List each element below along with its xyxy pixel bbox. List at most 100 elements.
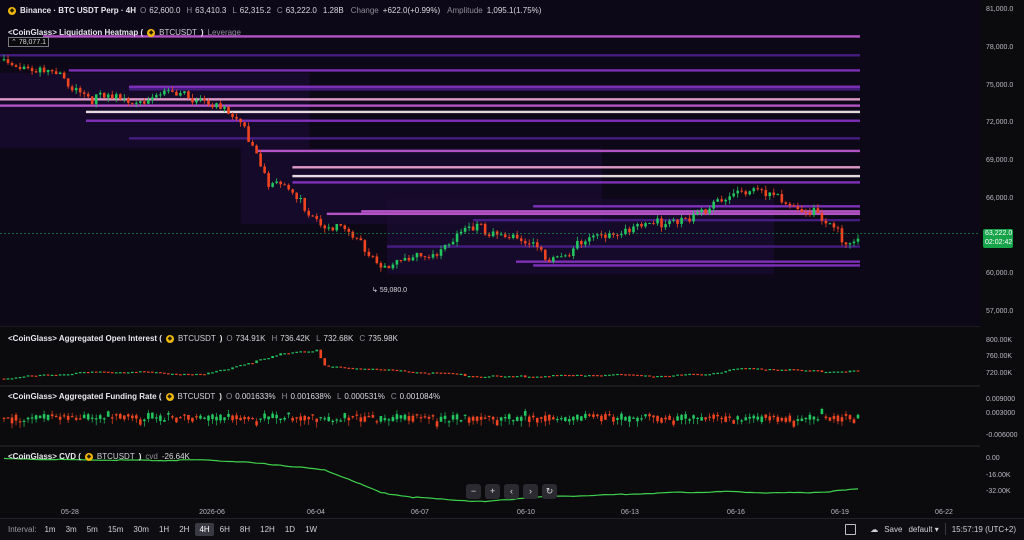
interval-2h[interactable]: 2H — [175, 523, 193, 536]
funding-candle — [656, 415, 659, 422]
funding-candle — [664, 417, 667, 420]
interval-1h[interactable]: 1H — [155, 523, 173, 536]
candle-body — [375, 256, 379, 264]
interval-5m[interactable]: 5m — [83, 523, 102, 536]
candle-body — [828, 223, 832, 225]
interval-6h[interactable]: 6H — [216, 523, 234, 536]
cloud-save-icon[interactable]: ☁ — [870, 525, 878, 534]
interval-30m[interactable]: 30m — [129, 523, 153, 536]
heatmap-paren: ) — [200, 28, 204, 37]
reset-chart-button[interactable]: ↻ — [542, 484, 557, 499]
liquidation-level — [292, 181, 860, 184]
candle-body — [395, 260, 399, 265]
oi-candle — [776, 369, 780, 371]
interval-1d[interactable]: 1D — [281, 523, 299, 536]
oi-candle — [511, 376, 515, 378]
oi-candle — [487, 376, 491, 378]
funding-candle — [195, 416, 198, 418]
scroll-left-button[interactable]: ‹ — [504, 484, 519, 499]
funding-candle — [411, 415, 415, 422]
funding-candle — [183, 414, 186, 416]
oi-candle — [632, 374, 635, 376]
funding-candle — [519, 416, 523, 421]
interval-15m[interactable]: 15m — [104, 523, 128, 536]
oi-ohlc-key: L — [316, 334, 321, 343]
funding-candle — [34, 415, 38, 420]
candle-body — [175, 91, 178, 96]
funding-candle — [451, 415, 455, 420]
funding-candle — [271, 413, 274, 419]
candle-body — [507, 237, 511, 239]
funding-candle — [483, 417, 487, 419]
candle-body — [139, 101, 142, 103]
funding-candle — [463, 414, 467, 416]
oi-candle — [22, 376, 26, 378]
funding-symbol: BTCUSDT — [177, 392, 216, 401]
oi-candle — [692, 373, 695, 376]
oi-ohlc-value: 734.91K — [235, 334, 266, 343]
heatmap-pane-header[interactable]: <CoinGlass> Liquidation Heatmap ( ◆ BTCU… — [8, 28, 241, 37]
oi-candle — [499, 375, 503, 378]
oi-candle — [255, 360, 258, 364]
interval-12h[interactable]: 12H — [256, 523, 279, 536]
interval-1m[interactable]: 1m — [40, 523, 59, 536]
funding-candle — [327, 416, 331, 422]
oi-candle — [10, 378, 14, 380]
oi-candle — [54, 374, 58, 377]
funding-candle — [752, 415, 756, 419]
candle-body — [463, 227, 467, 232]
leverage-label[interactable]: Leverage — [208, 28, 241, 37]
oi-candle — [383, 369, 387, 371]
oi-candle — [772, 368, 776, 371]
funding-candle — [391, 417, 395, 422]
zoom-in-button[interactable]: + — [485, 484, 500, 499]
funding-candle — [808, 414, 812, 420]
interval-8h[interactable]: 8H — [236, 523, 254, 536]
oi-candle — [371, 368, 375, 370]
funding-candle — [447, 421, 451, 423]
candle-body — [118, 94, 122, 100]
oi-candle — [688, 373, 691, 376]
funding-ohlc-key: C — [390, 392, 397, 401]
oi-candle — [135, 371, 138, 374]
funding-candle — [259, 418, 262, 420]
candle-body — [644, 223, 647, 227]
candle-body — [235, 117, 238, 119]
zoom-out-button[interactable]: − — [466, 484, 481, 499]
candle-body — [519, 238, 523, 241]
funding-candle — [515, 417, 519, 421]
oi-candle — [46, 374, 50, 376]
interval-1w[interactable]: 1W — [301, 523, 321, 536]
fullscreen-icon[interactable] — [845, 523, 857, 535]
oi-candle — [443, 372, 447, 374]
funding-candle — [547, 414, 551, 421]
interval-4h[interactable]: 4H — [195, 523, 214, 536]
coin-icon: ◆ — [147, 28, 156, 37]
funding-pane-header[interactable]: <CoinGlass> Aggregated Funding Rate ( ◆ … — [8, 392, 443, 401]
funding-candle — [275, 414, 278, 419]
candle-body — [564, 255, 567, 257]
candle-body — [78, 88, 82, 93]
funding-candle — [319, 417, 323, 419]
funding-candle — [824, 416, 828, 419]
save-button[interactable]: Save — [884, 525, 902, 534]
funding-candle — [62, 415, 66, 417]
candle-body — [215, 103, 218, 108]
candle-body — [163, 90, 166, 95]
layout-select[interactable]: default ▾ — [908, 525, 938, 534]
candle-body — [263, 166, 266, 173]
candle-body — [836, 227, 840, 229]
candle-body — [159, 94, 162, 96]
scroll-right-button[interactable]: › — [523, 484, 538, 499]
funding-candle — [564, 417, 567, 421]
interval-3m[interactable]: 3m — [62, 523, 81, 536]
funding-candle — [756, 416, 760, 420]
chart-canvas[interactable] — [0, 0, 980, 518]
chart-area[interactable]: ◆ Binance · BTC USDT Perp · 4H O 62,600.0… — [0, 0, 980, 518]
funding-candle — [375, 421, 379, 423]
clock-timezone[interactable]: 15:57:19 (UTC+2) — [952, 525, 1016, 534]
oi-candle — [507, 376, 511, 378]
oi-pane-header[interactable]: <CoinGlass> Aggregated Open Interest ( ◆… — [8, 334, 401, 343]
liquidation-level — [0, 54, 860, 57]
cvd-pane-header[interactable]: <CoinGlass> CVD ( ◆ BTCUSDT ) cvd -26.64… — [8, 452, 193, 461]
